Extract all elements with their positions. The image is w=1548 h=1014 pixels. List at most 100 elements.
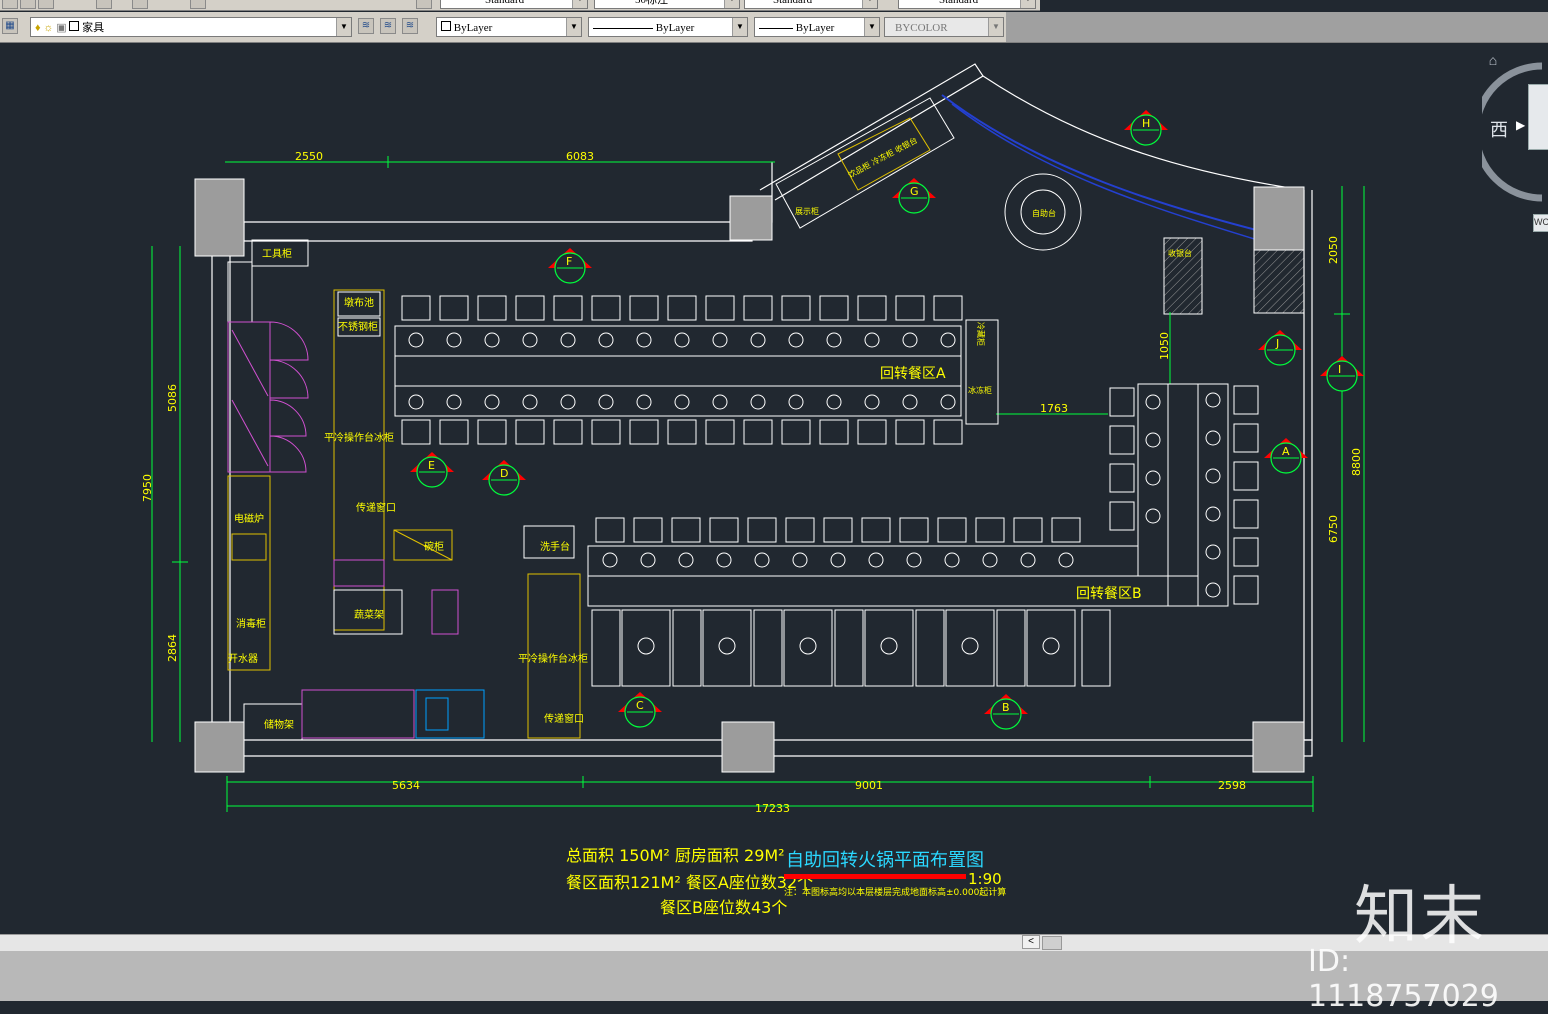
label-fridge-1: 平冷操作台冰柜	[324, 431, 394, 444]
hotpot-burner	[902, 394, 918, 410]
label-area-b: 回转餐区B	[1076, 586, 1142, 602]
linetype-sample	[593, 27, 653, 29]
table-style-combo[interactable]: Standard ▼	[744, 0, 878, 9]
zoom-icon[interactable]	[190, 0, 206, 9]
conveyor-counter	[1137, 383, 1169, 577]
save-icon[interactable]	[38, 0, 54, 9]
viewcube-face[interactable]	[1528, 84, 1548, 150]
column	[1252, 721, 1305, 773]
layer-previous-icon[interactable]: ≋	[380, 18, 396, 34]
new-icon[interactable]	[2, 0, 18, 9]
hotpot-burner	[754, 552, 770, 568]
chevron-down-icon[interactable]: ▼	[336, 18, 351, 36]
viewcube-west[interactable]: 西	[1490, 116, 1508, 142]
hotpot-burner	[1205, 582, 1221, 598]
column	[729, 195, 773, 241]
hotpot-burner	[674, 394, 690, 410]
chevron-down-icon[interactable]: ▼	[572, 0, 587, 8]
hotpot-burner	[484, 394, 500, 410]
marker-letter: B	[1002, 701, 1010, 714]
chair	[781, 295, 811, 321]
label-display: 展示柜	[795, 206, 819, 216]
wcs-menu[interactable]: WC	[1533, 214, 1548, 232]
chair	[1233, 575, 1259, 605]
dim-bottom-1: 5634	[392, 779, 420, 792]
hotpot-burner	[598, 394, 614, 410]
chair	[857, 419, 887, 445]
booth-table	[864, 609, 914, 687]
chevron-down-icon[interactable]: ▼	[864, 18, 879, 36]
label-vegetable-rack: 蔬菜架	[354, 609, 384, 621]
redo-icon[interactable]	[132, 0, 148, 9]
mleader-style-combo[interactable]: Standard ▼	[898, 0, 1036, 9]
sun-icon[interactable]: ☼	[43, 22, 53, 34]
text-style-combo[interactable]: Standard ▼	[440, 0, 588, 9]
label-tool-cabinet: 工具柜	[262, 247, 292, 260]
legend: 总面积 150M² 厨房面积 29M² 餐区面积121M² 餐区A座位数32个 …	[566, 846, 813, 917]
hotpot-burner	[598, 332, 614, 348]
dim-top-2: 6083	[566, 150, 594, 163]
marker-letter: G	[910, 185, 919, 198]
drawing-scale: 1:90	[968, 870, 1002, 888]
dim-style-combo[interactable]: 50标注 ▼	[594, 0, 740, 9]
undo-icon[interactable]	[96, 0, 112, 9]
layer-combo[interactable]: ♦ ☼ ▣ 家具 ▼	[30, 17, 352, 37]
marker-letter: I	[1338, 363, 1341, 376]
booth-table	[702, 609, 752, 687]
help-icon[interactable]	[416, 0, 432, 9]
chevron-down-icon[interactable]: ▼	[862, 0, 877, 8]
booth-seat	[672, 609, 702, 687]
conveyor-belt	[1167, 383, 1199, 607]
chair	[1109, 387, 1135, 417]
chair	[477, 419, 507, 445]
lock-icon[interactable]: ▣	[56, 22, 66, 34]
hotpot-burner	[678, 552, 694, 568]
color-combo[interactable]: ByLayer ▼	[436, 17, 582, 37]
make-current-icon[interactable]: ≋	[358, 18, 374, 34]
booth-seat	[753, 609, 783, 687]
layer-state-icon[interactable]: ≋	[402, 18, 418, 34]
dim-right-4: 6750	[1327, 515, 1340, 543]
chair	[1233, 499, 1259, 529]
chair	[591, 419, 621, 445]
plotstyle-combo[interactable]: BYCOLOR ▼	[884, 17, 1004, 37]
chair	[937, 517, 967, 543]
lineweight-combo[interactable]: ByLayer ▼	[754, 17, 880, 37]
bulb-icon[interactable]: ♦	[35, 22, 41, 34]
column	[1253, 186, 1305, 251]
drawing-canvas[interactable]: 2550 6083 5634 9001 2598 17233 5086 7950…	[0, 43, 1548, 933]
open-icon[interactable]	[20, 0, 36, 9]
chair	[705, 295, 735, 321]
booth-table	[783, 609, 833, 687]
booth-seat	[915, 609, 945, 687]
hotpot-burner	[1205, 392, 1221, 408]
chevron-down-icon[interactable]: ▼	[988, 18, 1003, 36]
hotpot-burner	[788, 394, 804, 410]
hotpot-burner	[446, 332, 462, 348]
layer-manager-icon[interactable]: ▦	[2, 18, 18, 34]
chevron-down-icon[interactable]: ▼	[1020, 0, 1035, 8]
chair	[1109, 425, 1135, 455]
hotpot-burner	[961, 637, 979, 655]
hotpot-burner	[522, 394, 538, 410]
chair	[785, 517, 815, 543]
conveyor-counter	[587, 545, 1139, 577]
chevron-down-icon[interactable]: ▼	[732, 18, 747, 36]
hotpot-burner	[1145, 508, 1161, 524]
conveyor-counter	[394, 325, 962, 357]
dim-left-3: 2864	[166, 634, 179, 662]
arrow-right-icon[interactable]: ▶	[1516, 118, 1525, 132]
room-labels: 工具柜 墩布池 不锈钢柜 平冷操作台冰柜 传递窗口 电磁炉 消毒柜 开水器 储物…	[228, 135, 1192, 731]
title-block: 自助回转火锅平面布置图 1:90 注：本图标高均以本层楼层完成地面标高±0.00…	[784, 850, 1006, 898]
chair	[401, 419, 431, 445]
chevron-down-icon[interactable]: ▼	[566, 18, 581, 36]
scroll-left-icon[interactable]: <	[1022, 935, 1040, 949]
chevron-down-icon[interactable]: ▼	[724, 0, 739, 8]
linetype-combo[interactable]: ByLayer ▼	[588, 17, 748, 37]
column	[194, 178, 245, 257]
chair	[895, 295, 925, 321]
scroll-thumb[interactable]	[1042, 936, 1062, 950]
dining-area-b	[587, 383, 1259, 687]
hotpot-burner	[712, 394, 728, 410]
floor-plan-drawing[interactable]: 2550 6083 5634 9001 2598 17233 5086 7950…	[0, 43, 1548, 933]
